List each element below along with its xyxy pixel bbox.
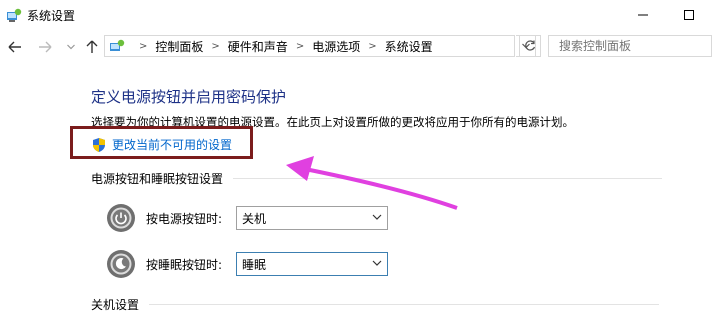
chevron-down-icon: [372, 260, 382, 266]
power-button-icon: [107, 204, 135, 232]
minimize-button[interactable]: [620, 2, 666, 28]
power-button-select[interactable]: 关机: [236, 206, 388, 230]
forward-arrow-icon: [39, 41, 52, 53]
chevron-down-icon: [372, 214, 382, 220]
power-button-selected-value: 关机: [242, 211, 267, 226]
breadcrumb-power-options[interactable]: 电源选项: [312, 38, 360, 55]
power-button-setting: 按电源按钮时:: [106, 203, 228, 233]
change-settings-link-label[interactable]: 更改当前不可用的设置: [112, 136, 232, 153]
control-panel-icon: [110, 39, 125, 51]
sleep-button-label: 按睡眠按钮时:: [146, 257, 223, 272]
power-button-label: 按电源按钮时:: [146, 211, 223, 226]
maximize-button[interactable]: [666, 2, 712, 28]
breadcrumb-separator-icon: >: [139, 40, 148, 52]
refresh-icon: [525, 40, 536, 51]
page-title: 定义电源按钮并启用密码保护: [91, 88, 287, 106]
recent-locations-button[interactable]: [62, 38, 80, 56]
section-divider: [233, 178, 663, 179]
title-bar: 系统设置: [0, 0, 712, 30]
up-arrow-icon: [86, 40, 98, 53]
control-panel-icon: [7, 8, 22, 22]
breadcrumb-separator-icon[interactable]: >: [368, 41, 376, 52]
back-arrow-icon: [8, 41, 21, 53]
up-button[interactable]: [83, 38, 101, 56]
forward-button[interactable]: [36, 38, 54, 56]
breadcrumb-system-settings[interactable]: 系统设置: [385, 38, 433, 55]
address-bar[interactable]: > 控制面板 > 硬件和声音 > 电源选项 > 系统设置: [104, 35, 515, 57]
sleep-button-icon: [107, 250, 135, 278]
breadcrumb-control-panel[interactable]: 控制面板: [155, 38, 203, 55]
window-title: 系统设置: [27, 9, 76, 23]
uac-shield-icon: [93, 137, 105, 152]
chevron-down-icon: [67, 44, 75, 50]
refresh-button[interactable]: [519, 35, 541, 57]
section-header-shutdown: 关机设置: [91, 296, 660, 313]
sleep-button-selected-value: 睡眠: [242, 257, 267, 272]
sleep-button-select[interactable]: 睡眠: [236, 252, 388, 276]
section-title: 电源按钮和睡眠按钮设置: [91, 172, 224, 186]
breadcrumb-separator-icon[interactable]: >: [211, 41, 219, 52]
minimize-icon: [638, 14, 648, 16]
change-settings-link[interactable]: 更改当前不可用的设置: [91, 136, 232, 153]
search-input[interactable]: [548, 35, 712, 57]
sleep-button-setting: 按睡眠按钮时:: [106, 249, 228, 279]
maximize-icon: [684, 10, 694, 20]
back-button[interactable]: [6, 38, 24, 56]
breadcrumb-separator-icon[interactable]: >: [296, 41, 304, 52]
section-title: 关机设置: [91, 298, 140, 312]
section-header-buttons: 电源按钮和睡眠按钮设置: [91, 170, 663, 187]
section-divider: [149, 304, 660, 305]
breadcrumb-hardware-sound[interactable]: 硬件和声音: [228, 38, 288, 55]
